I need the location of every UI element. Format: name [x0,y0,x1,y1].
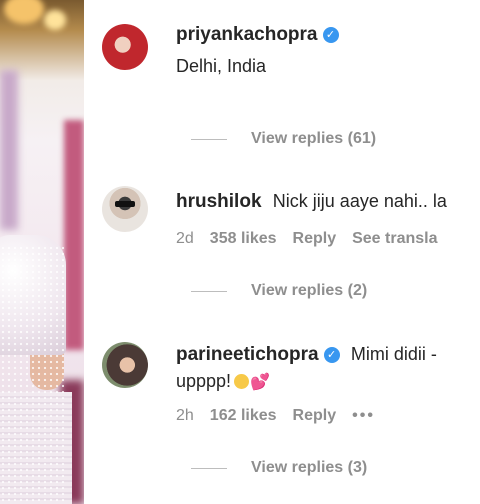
comment-text-continued: upppp! 💕 [176,371,270,391]
two-hearts-emoji-icon: 💕 [250,374,270,391]
comment-time: 2d [176,230,194,247]
reply-button[interactable]: Reply [293,407,337,424]
post-photo [0,0,84,504]
divider [191,467,227,469]
grinning-face-emoji-icon [234,374,250,389]
avatar[interactable] [102,342,148,388]
comment-text: Delhi, India [176,56,267,76]
view-replies-button[interactable]: View replies (61) [191,130,376,148]
comments-panel: priyankachopra ✓ Delhi, India View replie… [84,0,480,504]
comment-row: hrushilok Nick jiju aaye nahi.. la [176,191,447,213]
view-replies-button[interactable]: View replies (3) [191,459,367,477]
likes-count[interactable]: 358 likes [210,230,277,247]
comment-username[interactable]: priyankachopra ✓ [176,24,339,46]
more-options-icon[interactable]: ••• [352,407,375,424]
likes-count[interactable]: 162 likes [210,407,277,424]
comment-text: Mimi didii - [350,344,437,364]
divider [191,290,227,292]
comment-time: 2h [176,407,194,424]
avatar[interactable] [102,186,148,232]
verified-icon: ✓ [322,27,339,43]
comment-row: parineetichopra ✓ Mimi didii - [176,344,437,366]
comment-meta: 2h 162 likes Reply ••• [176,407,391,425]
comment-username[interactable]: parineetichopra [176,344,319,365]
comment-text: Nick jiju aaye nahi.. la [272,191,447,211]
avatar[interactable] [102,24,148,70]
verified-icon: ✓ [323,347,340,363]
divider [191,138,227,140]
comment-username[interactable]: hrushilok [176,191,262,212]
comment-meta: 2d 358 likes Reply See transla [176,230,454,248]
see-translation-button[interactable]: See transla [352,230,437,247]
view-replies-button[interactable]: View replies (2) [191,282,367,300]
reply-button[interactable]: Reply [293,230,337,247]
